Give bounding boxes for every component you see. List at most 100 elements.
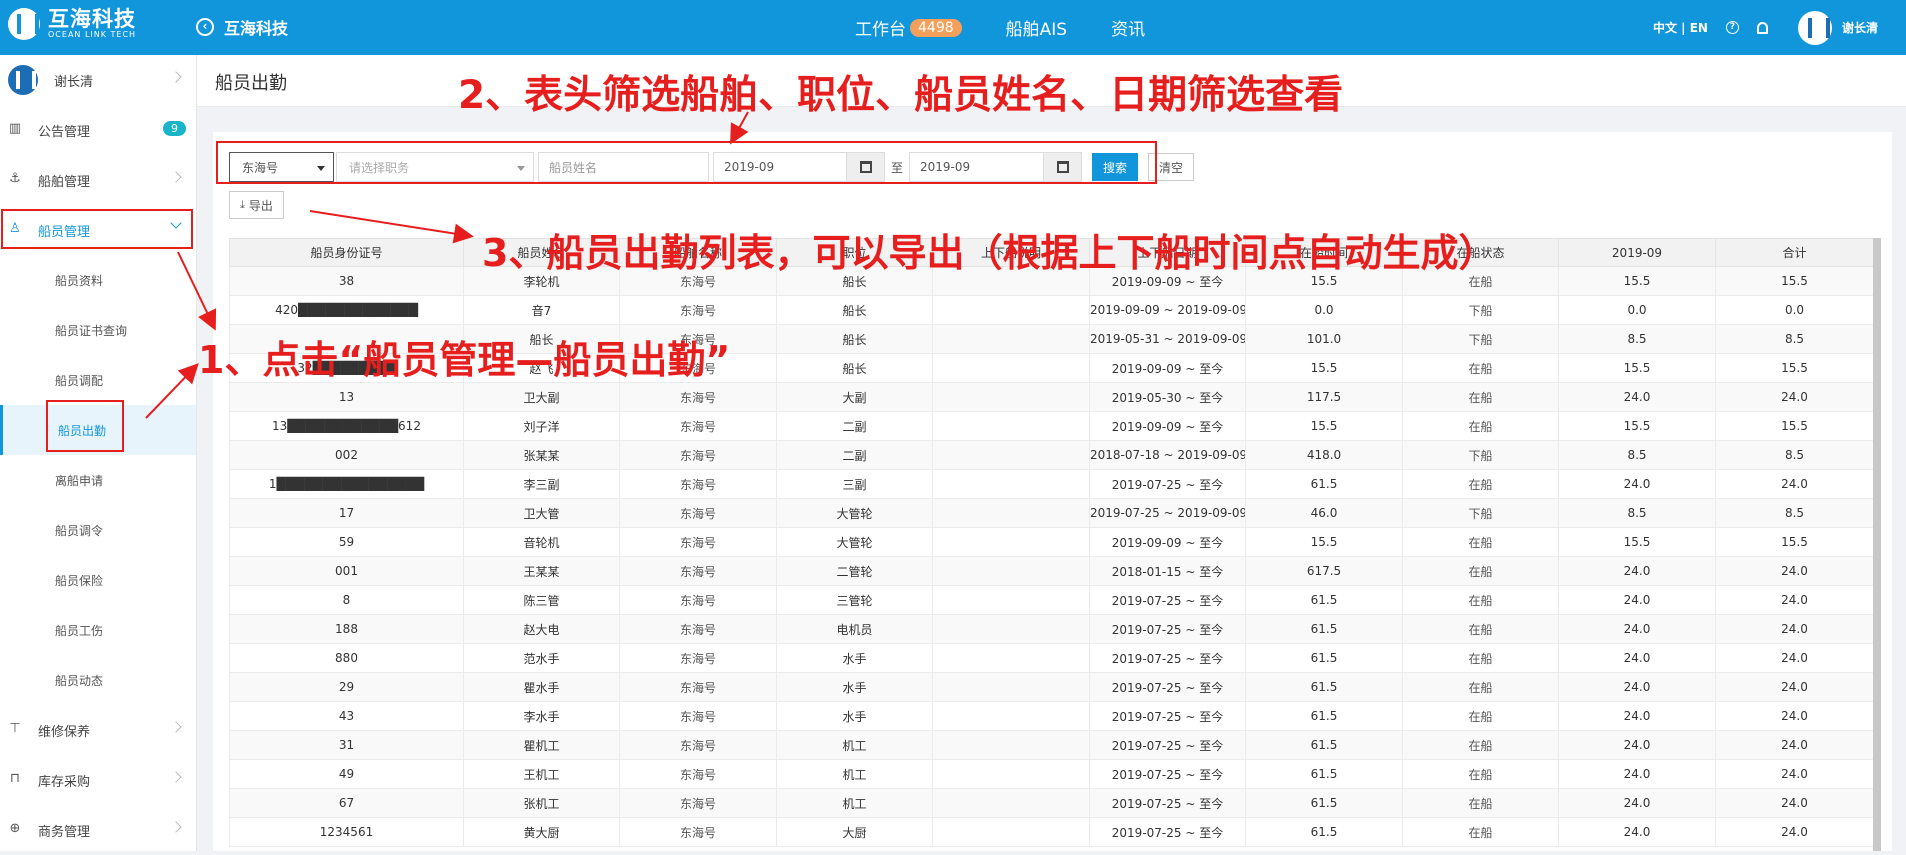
table-row[interactable]: 1████████████████ 李三副 东海号 三副 2019-07-25 ~ 至今… — [229, 469, 1873, 499]
table-cell-position: 机工 — [776, 759, 933, 789]
sidebar-sub-crew-dynamics[interactable]: 船员动态 — [0, 655, 196, 705]
table-cell-dates: 2018-01-15 ~ 至今 — [1089, 556, 1246, 586]
table-row[interactable]: 420█████████████ 音7 东海号 船长 2019-09-09 ~ 2019… — [229, 295, 1873, 325]
table-row[interactable]: 8 陈三管 东海号 三管轮 2019-07-25 ~ 至今 61.5 在船 24.0 24.0 — [229, 585, 1873, 615]
table-cell-id: 49 — [229, 759, 464, 789]
table-cell-ship: 东海号 — [619, 730, 777, 760]
sidebar-sub-crew-orders[interactable]: 船员调令 — [0, 505, 196, 555]
table-cell-total: 24.0 — [1715, 614, 1873, 644]
table-cell-dates: 2019-09-09 ~ 至今 — [1089, 411, 1246, 441]
sidebar-sub-crew-injury[interactable]: 船员工伤 — [0, 605, 196, 655]
sidebar-sub-crew-insurance[interactable]: 船员保险 — [0, 555, 196, 605]
bell-icon[interactable] — [1756, 21, 1768, 34]
table-cell-note — [932, 759, 1090, 789]
table-cell-total: 15.5 — [1715, 266, 1873, 296]
user-avatar[interactable] — [1797, 10, 1832, 45]
help-icon[interactable]: ? — [1725, 21, 1739, 34]
table-row[interactable]: 13████████████612 刘子洋 东海号 二副 2019-09-09 ~ 至今… — [229, 411, 1873, 441]
table-cell-ship: 东海号 — [619, 585, 777, 615]
column-header-month: 2019-09 — [1558, 238, 1716, 267]
sidebar-sub-leave-request[interactable]: 离船申请 — [0, 455, 196, 505]
table-cell-position: 水手 — [776, 672, 933, 702]
table-cell-dates: 2019-09-09 ~ 至今 — [1089, 527, 1246, 557]
table-cell-total: 8.5 — [1715, 498, 1873, 528]
table-row[interactable]: 188 赵大电 东海号 电机员 2019-07-25 ~ 至今 61.5 在船 24.0 24.… — [229, 614, 1873, 644]
sidebar-user[interactable]: 谢长清 — [0, 55, 196, 105]
table-cell-status: 在船 — [1402, 469, 1559, 499]
table-cell-name: 王某某 — [463, 556, 620, 586]
table-cell-ship: 东海号 — [619, 817, 777, 847]
sidebar-sub-crew-profile[interactable]: 船员资料 — [0, 255, 196, 305]
language-switch[interactable]: 中文 | EN — [1653, 19, 1708, 36]
table-cell-ship: 东海号 — [619, 759, 777, 789]
table-cell-month: 15.5 — [1558, 411, 1716, 441]
nav-workbench[interactable]: 工作台 4498 — [855, 15, 962, 40]
table-cell-total: 24.0 — [1715, 469, 1873, 499]
table-cell-position: 大副 — [776, 382, 933, 412]
table-row[interactable]: 001 王某某 东海号 二管轮 2018-01-15 ~ 至今 617.5 在船 24.0 24… — [229, 556, 1873, 586]
table-cell-month: 24.0 — [1558, 469, 1716, 499]
back-to-company[interactable]: ‹ 互海科技 — [196, 15, 288, 39]
nav-workbench-label: 工作台 — [855, 20, 906, 40]
table-cell-days: 61.5 — [1245, 672, 1403, 702]
table-cell-name: 陈三管 — [463, 585, 620, 615]
table-cell-status: 在船 — [1402, 353, 1559, 383]
table-row[interactable]: 49 王机工 东海号 机工 2019-07-25 ~ 至今 61.5 在船 24.0 24.0 — [229, 759, 1873, 789]
table-cell-ship: 东海号 — [619, 469, 777, 499]
table-cell-position: 船长 — [776, 295, 933, 325]
sidebar-item-label: 库存采购 — [38, 774, 91, 790]
chevron-right-icon — [170, 171, 182, 183]
table-cell-note — [932, 643, 1090, 673]
table-cell-position: 机工 — [776, 730, 933, 760]
table-cell-dates: 2019-07-25 ~ 至今 — [1089, 759, 1246, 789]
table-row[interactable]: 31 瞿机工 东海号 机工 2019-07-25 ~ 至今 61.5 在船 24.0 24.0 — [229, 730, 1873, 760]
table-row[interactable]: 002 张某某 东海号 二副 2018-07-18 ~ 2019-09-09 418.0 下… — [229, 440, 1873, 470]
table-row[interactable]: 67 张机工 东海号 机工 2019-07-25 ~ 至今 61.5 在船 24.0 24.0 — [229, 788, 1873, 818]
table-cell-name: 张某某 — [463, 440, 620, 470]
sidebar-item-ship-management[interactable]: ⚓ 船舶管理 — [0, 155, 196, 205]
annotation-box-crew-attendance — [46, 400, 124, 452]
table-cell-dates: 2019-07-25 ~ 至今 — [1089, 643, 1246, 673]
sidebar-sub-certificate-query[interactable]: 船员证书查询 — [0, 305, 196, 355]
sidebar-item-inventory[interactable]: ⊓ 库存采购 — [0, 755, 196, 805]
table-row[interactable]: 13 卫大副 东海号 大副 2019-05-30 ~ 至今 117.5 在船 24.0 24.0 — [229, 382, 1873, 412]
sidebar-item-maintenance[interactable]: ⊤ 维修保养 — [0, 705, 196, 755]
table-cell-days: 61.5 — [1245, 817, 1403, 847]
nav-ship-ais[interactable]: 船舶AIS — [1006, 15, 1067, 40]
table-cell-id: 8 — [229, 585, 464, 615]
table-cell-total: 24.0 — [1715, 730, 1873, 760]
annotation-step-3: 3、船员出勤列表，可以导出（根据上下船时间点自动生成） — [482, 231, 1497, 275]
table-cell-position: 船长 — [776, 324, 933, 354]
table-cell-note — [932, 817, 1090, 847]
table-cell-days: 61.5 — [1245, 759, 1403, 789]
nav-news[interactable]: 资讯 — [1111, 15, 1145, 40]
table-cell-status: 在船 — [1402, 701, 1559, 731]
table-cell-position: 大管轮 — [776, 498, 933, 528]
table-row[interactable]: 880 范水手 东海号 水手 2019-07-25 ~ 至今 61.5 在船 24.0 24.0 — [229, 643, 1873, 673]
table-cell-total: 15.5 — [1715, 527, 1873, 557]
table-cell-month: 24.0 — [1558, 614, 1716, 644]
table-cell-position: 三副 — [776, 469, 933, 499]
sidebar-item-label: 维修保养 — [38, 724, 91, 740]
table-cell-days: 15.5 — [1245, 411, 1403, 441]
user-name[interactable]: 谢长清 — [1842, 19, 1878, 36]
logo[interactable]: 互海科技 OCEAN LINK TECH — [8, 8, 136, 40]
table-cell-status: 在船 — [1402, 556, 1559, 586]
sidebar-sub-crew-allocation[interactable]: 船员调配 — [0, 355, 196, 405]
sidebar-avatar — [8, 65, 38, 95]
table-cell-days: 61.5 — [1245, 585, 1403, 615]
sidebar: 谢长清 ▥ 公告管理 9 ⚓ 船舶管理 ♙ 船员管理 船员资料 船员证书查询 船… — [0, 55, 197, 851]
table-row[interactable]: 29 瞿水手 东海号 水手 2019-07-25 ~ 至今 61.5 在船 24.0 24.0 — [229, 672, 1873, 702]
table-cell-id: 1████████████████ — [229, 469, 464, 499]
sidebar-item-label: 公告管理 — [38, 124, 91, 140]
table-row[interactable]: 17 卫大管 东海号 大管轮 2019-07-25 ~ 2019-09-09 46.0 下船… — [229, 498, 1873, 528]
sidebar-item-business[interactable]: ⊕ 商务管理 — [0, 805, 196, 855]
table-cell-days: 418.0 — [1245, 440, 1403, 470]
sidebar-item-announcements[interactable]: ▥ 公告管理 9 — [0, 105, 196, 155]
table-row[interactable]: 59 音轮机 东海号 大管轮 2019-09-09 ~ 至今 15.5 在船 15.5 15.5 — [229, 527, 1873, 557]
wrench-icon: ⊤ — [9, 721, 21, 736]
table-row[interactable]: 43 李水手 东海号 水手 2019-07-25 ~ 至今 61.5 在船 24.0 24.0 — [229, 701, 1873, 731]
table-row[interactable]: 1234561 黄大厨 东海号 大厨 2019-07-25 ~ 至今 61.5 在船 24.0… — [229, 817, 1873, 847]
export-button[interactable]: ⤓ 导出 — [229, 191, 284, 219]
table-cell-total: 24.0 — [1715, 643, 1873, 673]
